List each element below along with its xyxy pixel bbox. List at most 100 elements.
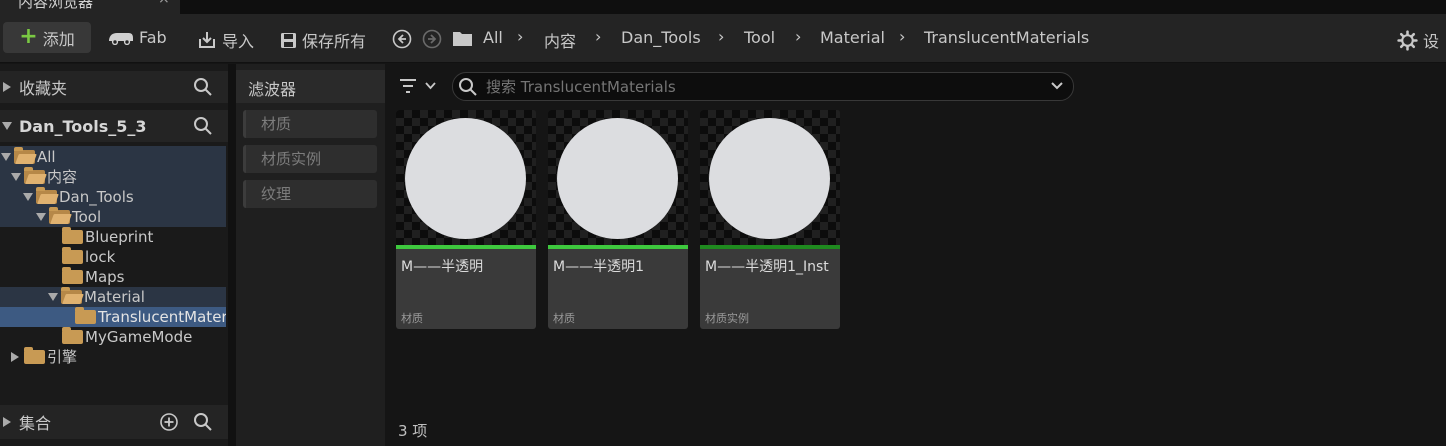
tree-item-label: 引擎	[47, 348, 78, 366]
folder-icon	[24, 347, 45, 364]
breadcrumb-tool[interactable]: Tool	[744, 28, 775, 47]
tree-item-material[interactable]: Material	[0, 287, 226, 307]
expand-arrow-icon	[1, 153, 11, 161]
asset-type-color-bar	[700, 245, 840, 249]
tree-item-label: Maps	[85, 268, 125, 286]
add-circle-icon	[160, 413, 178, 431]
history-back-button[interactable]	[392, 29, 412, 53]
tree-item-dan-tools[interactable]: Dan_Tools	[0, 187, 226, 207]
asset-thumbnail	[548, 110, 688, 245]
expand-arrow-icon	[23, 193, 33, 201]
asset-type: 材质实例	[705, 312, 749, 325]
favorites-search-button[interactable]	[193, 77, 213, 101]
breadcrumb-all[interactable]: All	[483, 28, 503, 47]
add-button-label: 添加	[42, 29, 75, 49]
collections-label: 集合	[19, 414, 52, 433]
tree-item-my-game-mode[interactable]: MyGameMode	[0, 327, 226, 347]
filters-panel: 滤波器 材质 材质实例 纹理	[236, 64, 385, 446]
tree-item-label: Blueprint	[85, 228, 154, 246]
settings-button[interactable]: 设	[1397, 28, 1439, 52]
tree-item-all[interactable]: All	[0, 147, 226, 167]
material-sphere-preview	[405, 118, 526, 239]
tree-item-maps[interactable]: Maps	[0, 267, 226, 287]
project-search-button[interactable]	[193, 116, 213, 140]
asset-name: M——半透明1_Inst	[705, 259, 829, 275]
breadcrumb-content[interactable]: 内容	[544, 28, 576, 52]
asset-name: M——半透明	[401, 259, 484, 275]
project-label: Dan_Tools_5_3	[19, 116, 147, 136]
asset-tile[interactable]: M——半透明1 材质	[548, 110, 688, 329]
folder-icon	[75, 307, 96, 324]
expand-arrow-icon	[48, 293, 58, 301]
save-all-button[interactable]: 保存所有	[280, 28, 366, 52]
fab-button[interactable]: Fab	[108, 28, 167, 47]
history-forward-button[interactable]	[422, 29, 442, 53]
search-box[interactable]	[452, 72, 1074, 101]
panel-splitter[interactable]	[228, 64, 236, 446]
asset-type-color-bar	[396, 245, 536, 249]
breadcrumb-separator-icon: ›	[718, 27, 725, 46]
tree-item-label: lock	[85, 248, 116, 266]
breadcrumb-translucent-materials[interactable]: TranslucentMaterials	[924, 28, 1089, 47]
folder-icon	[62, 327, 83, 344]
asset-type-color-bar	[548, 245, 688, 249]
back-arrow-icon	[392, 29, 412, 49]
breadcrumb-material[interactable]: Material	[820, 28, 885, 47]
asset-name: M——半透明1	[553, 259, 644, 275]
add-button[interactable]: + 添加	[3, 22, 91, 53]
item-count: 3 项	[398, 422, 428, 440]
collapse-arrow-icon	[3, 417, 11, 427]
tree-item-label: TranslucentMaterials	[98, 308, 226, 326]
search-input[interactable]	[484, 75, 1038, 99]
plus-icon: +	[19, 23, 38, 49]
fab-button-label: Fab	[139, 28, 167, 47]
asset-view	[387, 64, 1446, 446]
breadcrumb-dan-tools[interactable]: Dan_Tools	[621, 28, 701, 47]
search-icon	[194, 117, 212, 135]
import-button-label: 导入	[222, 32, 255, 51]
filters-title: 滤波器	[248, 80, 297, 99]
asset-tile[interactable]: M——半透明1_Inst 材质实例	[700, 110, 840, 329]
tree-item-label: 内容	[47, 168, 78, 186]
tree-item-content[interactable]: 内容	[0, 167, 226, 187]
asset-thumbnail	[396, 110, 536, 245]
chevron-down-icon[interactable]	[1050, 80, 1064, 92]
filters-header: 滤波器	[236, 70, 385, 103]
search-icon	[459, 78, 477, 96]
fab-icon	[109, 32, 133, 45]
asset-type: 材质	[553, 312, 575, 325]
expand-arrow-icon	[2, 122, 12, 130]
tree-item-tool[interactable]: Tool	[0, 207, 226, 227]
asset-thumbnail	[700, 110, 840, 245]
collections-search-button[interactable]	[193, 412, 213, 436]
breadcrumb-separator-icon: ›	[517, 27, 524, 46]
content-browser-tab[interactable]: 内容浏览器 ×	[0, 0, 180, 14]
folder-icon	[62, 247, 83, 264]
search-icon	[194, 78, 212, 96]
filter-chip-material[interactable]: 材质	[243, 110, 377, 138]
tab-title: 内容浏览器	[18, 0, 94, 11]
tree-item-engine[interactable]: 引擎	[0, 347, 226, 367]
folder-icon	[62, 227, 83, 244]
filter-chip-texture[interactable]: 纹理	[243, 180, 377, 208]
filter-dropdown-button[interactable]	[399, 76, 439, 100]
collapse-arrow-icon	[3, 82, 11, 92]
save-all-button-label: 保存所有	[302, 32, 367, 51]
filter-chip-material-instance[interactable]: 材质实例	[243, 145, 377, 173]
expand-arrow-icon	[11, 173, 21, 181]
search-icon	[194, 413, 212, 431]
tree-item-translucent-materials[interactable]: TranslucentMaterials	[0, 307, 226, 327]
import-button[interactable]: 导入	[197, 28, 254, 52]
browse-folder-button[interactable]	[452, 29, 473, 51]
tree-item-blueprint[interactable]: Blueprint	[0, 227, 226, 247]
tree-item-lock[interactable]: lock	[0, 247, 226, 267]
asset-type: 材质	[401, 312, 423, 325]
expand-arrow-icon	[36, 213, 46, 221]
folder-open-icon	[49, 207, 70, 224]
material-sphere-preview	[709, 118, 830, 239]
add-collection-button[interactable]	[159, 412, 179, 436]
window-titlebar	[0, 0, 1446, 14]
asset-tile[interactable]: M——半透明 材质	[396, 110, 536, 329]
tree-item-label: Tool	[72, 208, 102, 226]
tab-close-icon[interactable]: ×	[158, 0, 170, 7]
